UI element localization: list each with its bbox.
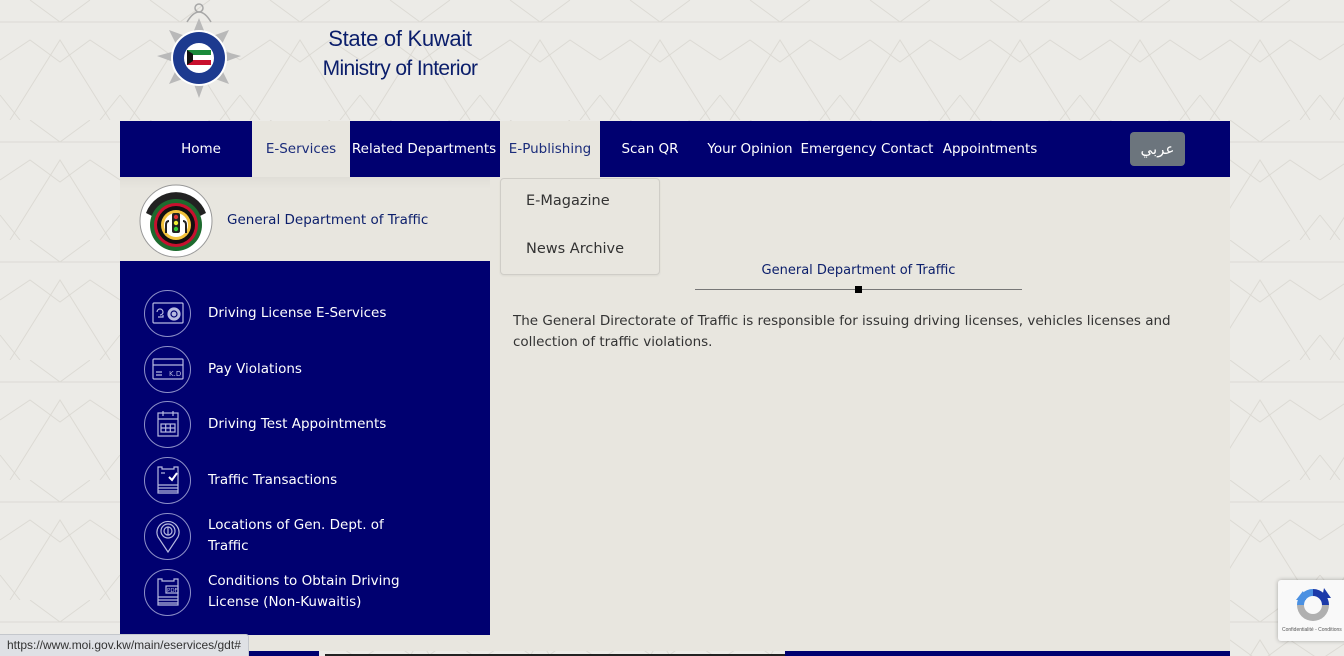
calendar-icon [144,400,191,448]
location-pin-icon [144,512,191,560]
site-title-line2: Ministry of Interior [322,57,478,80]
nav-item-your-opinion[interactable]: Your Opinion [702,121,798,177]
sidebar-item-pay-violations[interactable]: K.D Pay Violations [144,344,474,394]
footer-strip-right [785,651,1230,656]
recaptcha-icon [1296,588,1331,621]
svg-text:PDF: PDF [167,588,178,594]
sidebar-item-label: Driving Test Appointments [208,415,387,432]
nav-item-appointments[interactable]: Appointments [942,121,1038,177]
traffic-department-emblem-icon [139,184,213,258]
svg-text:K.D: K.D [169,370,181,378]
nav-item-emergency-contact[interactable]: Emergency Contact [801,121,934,177]
sidebar-item-driving-test-appointments[interactable]: Driving Test Appointments [144,399,474,449]
payment-card-kd-icon: K.D [144,345,191,393]
kuwait-police-emblem-icon [157,3,241,98]
sidebar-item-driving-license-e-services[interactable]: Driving License E-Services [144,288,474,338]
nav-item-e-publishing[interactable]: E-Publishing [500,121,600,177]
site-title-line1: State of Kuwait [328,26,472,51]
sidebar-item-label: Traffic Transactions [208,471,338,488]
sidebar-item-label: Driving License E-Services [208,304,387,321]
recaptcha-privacy-terms[interactable]: Confidentialité - Conditions [1282,627,1342,633]
status-bar-url: https://www.moi.gov.kw/main/eservices/gd… [0,634,249,656]
sidebar-item-label: Conditions to Obtain Driving License (No… [208,573,400,610]
sidebar-item-conditions-non-kuwaitis[interactable]: PDF Conditions to Obtain Driving License… [144,567,474,617]
driving-license-icon [144,289,191,337]
document-check-icon [144,456,191,504]
footer-strip-left [249,651,319,656]
nav-item-scan-qr[interactable]: Scan QR [610,121,690,177]
site-title: State of Kuwait Ministry of Interior [300,24,500,84]
pdf-document-icon: PDF [144,568,191,616]
title-divider-marker [855,286,862,293]
main-nav: Home E-Services Related Departments E-Pu… [120,121,1230,177]
nav-item-home[interactable]: Home [160,121,242,177]
article-title: General Department of Traffic [761,263,956,278]
nav-item-e-services[interactable]: E-Services [252,121,350,177]
nav-item-related-departments[interactable]: Related Departments [352,121,496,177]
article-body: The General Directorate of Traffic is re… [513,313,1171,350]
services-sidebar: Driving License E-Services K.D Pay Viola… [120,261,490,635]
sidebar-item-locations[interactable]: Locations of Gen. Dept. of Traffic [144,511,474,561]
sidebar-item-label: Pay Violations [208,360,302,377]
sidebar-item-label: Locations of Gen. Dept. of Traffic [208,517,384,554]
recaptcha-badge[interactable]: Confidentialité - Conditions [1278,580,1344,641]
dropdown-item-news-archive[interactable]: News Archive [526,241,624,257]
dropdown-item-e-magazine[interactable]: E-Magazine [526,193,610,209]
language-toggle-button[interactable]: عربي [1130,132,1185,166]
sidebar-item-traffic-transactions[interactable]: Traffic Transactions [144,455,474,505]
department-name: General Department of Traffic [227,212,429,228]
e-publishing-dropdown: E-Magazine News Archive [500,178,660,275]
